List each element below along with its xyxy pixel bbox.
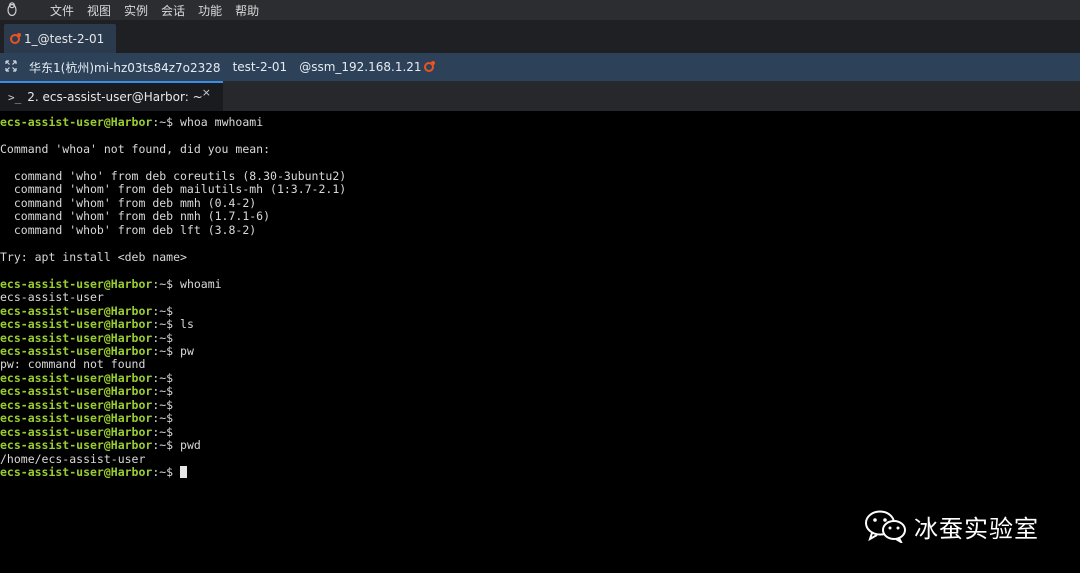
terminal-tab[interactable]: >_ 2. ecs-assist-user@Harbor: ~ × <box>0 81 223 111</box>
prompt-line: ecs-assist-user@Harbor:~$ whoami <box>0 276 222 291</box>
prompt-suffix: :~$ <box>152 343 174 358</box>
watermark-text: 冰蚕实验室 <box>914 514 1039 543</box>
prompt-suffix: :~$ <box>152 438 174 453</box>
prompt-user-host: ecs-assist-user@Harbor <box>0 276 153 291</box>
menu-item-view[interactable]: 视图 <box>87 2 111 19</box>
expand-arrows-icon[interactable] <box>5 59 19 75</box>
menu-item-function[interactable]: 功能 <box>198 2 222 19</box>
prompt-user-host: ecs-assist-user@Harbor <box>0 384 153 399</box>
prompt-line: ecs-assist-user@Harbor:~$ <box>0 465 188 480</box>
output-line: command 'whom' from deb mailutils-mh (1:… <box>0 182 347 197</box>
prompt-suffix: :~$ <box>152 303 174 318</box>
prompt-user-host: ecs-assist-user@Harbor <box>0 330 153 345</box>
prompt-line: ecs-assist-user@Harbor:~$ <box>0 412 173 425</box>
prompt-line: ecs-assist-user@Harbor:~$ ls <box>0 317 194 332</box>
terminal-output[interactable]: ecs-assist-user@Harbor:~$ whoa mwhoami Co… <box>0 112 1080 573</box>
menu-item-session[interactable]: 会话 <box>161 2 185 19</box>
output-line: pw: command not found <box>0 357 146 372</box>
prompt-line: ecs-assist-user@Harbor:~$ <box>0 370 174 385</box>
prompt-suffix: :~$ <box>152 115 174 129</box>
prompt-suffix: :~$ <box>152 411 174 426</box>
prompt-suffix: :~$ <box>152 276 174 291</box>
output-line: ecs-assist-user <box>0 290 104 305</box>
command-text: pwd <box>173 438 201 453</box>
instance-region: 华东1(杭州)mi-hz03ts84z7o2328 <box>29 60 221 75</box>
prompt-suffix: :~$ <box>152 384 174 399</box>
menu-item-instance[interactable]: 实例 <box>124 2 148 19</box>
output-line: /home/ecs-assist-user <box>0 451 146 466</box>
prompt-user-host: ecs-assist-user@Harbor <box>0 438 153 453</box>
text-cursor <box>180 466 188 479</box>
command-text: pw <box>173 343 194 358</box>
output-line: Try: apt install <deb name> <box>0 249 187 264</box>
menu-bar: 文件 视图 实例 会话 功能 帮助 <box>0 0 1080 20</box>
prompt-suffix: :~$ <box>152 330 174 345</box>
wechat-icon <box>864 509 908 545</box>
prompt-user-host: ecs-assist-user@Harbor <box>0 370 153 385</box>
ubuntu-icon <box>423 61 435 72</box>
session-tab[interactable]: 1_@test-2-01 <box>4 24 116 53</box>
command-text: whoa mwhoami <box>173 115 264 129</box>
connection-address: @ssm_192.168.1.21 <box>299 60 422 74</box>
close-icon[interactable]: × <box>202 86 211 99</box>
prompt-user-host: ecs-assist-user@Harbor <box>0 343 153 358</box>
watermark: 冰蚕实验室 <box>864 506 1039 546</box>
prompt-line: ecs-assist-user@Harbor:~$ pwd <box>0 439 201 452</box>
menu-item-help[interactable]: 帮助 <box>235 2 259 19</box>
ubuntu-icon <box>10 32 21 44</box>
prompt-line: ecs-assist-user@Harbor:~$ pw <box>0 343 194 358</box>
terminal-prompt-icon: >_ <box>8 90 22 104</box>
output-line: command 'who' from deb coreutils (8.30-3… <box>0 168 347 183</box>
penguin-icon[interactable] <box>2 1 22 19</box>
prompt-user-host: ecs-assist-user@Harbor <box>0 397 153 412</box>
instance-name: test-2-01 <box>232 60 288 74</box>
prompt-line: ecs-assist-user@Harbor:~$ <box>0 424 174 439</box>
terminal-tab-bar: >_ 2. ecs-assist-user@Harbor: ~ × <box>0 81 1080 111</box>
output-line: Command 'whoa' not found, did you mean: <box>0 141 271 156</box>
session-tab-label: 1_@test-2-01 <box>24 31 105 46</box>
prompt-suffix: :~$ <box>152 370 174 385</box>
prompt-suffix: :~$ <box>152 397 174 412</box>
command-text <box>173 465 180 479</box>
output-line: command 'whom' from deb nmh (1.7.1-6) <box>0 209 271 224</box>
instance-info-bar: 华东1(杭州)mi-hz03ts84z7o2328 test-2-01 @ssm… <box>0 53 1080 81</box>
prompt-user-host: ecs-assist-user@Harbor <box>0 424 153 439</box>
prompt-line: ecs-assist-user@Harbor:~$ whoa mwhoami <box>0 115 264 129</box>
output-line: command 'whom' from deb mmh (0.4-2) <box>0 195 257 210</box>
terminal-tab-label: 2. ecs-assist-user@Harbor: ~ <box>27 90 203 104</box>
output-line: command 'whob' from deb lft (3.8-2) <box>0 222 257 237</box>
prompt-user-host: ecs-assist-user@Harbor <box>0 303 153 318</box>
prompt-suffix: :~$ <box>152 317 174 332</box>
prompt-line: ecs-assist-user@Harbor:~$ <box>0 303 174 318</box>
command-text: ls <box>173 317 194 332</box>
menu-item-file[interactable]: 文件 <box>50 2 74 19</box>
prompt-suffix: :~$ <box>152 465 174 480</box>
prompt-line: ecs-assist-user@Harbor:~$ <box>0 397 174 412</box>
prompt-user-host: ecs-assist-user@Harbor <box>0 465 153 480</box>
prompt-user-host: ecs-assist-user@Harbor <box>0 411 153 426</box>
prompt-line: ecs-assist-user@Harbor:~$ <box>0 330 174 345</box>
session-bar: 1_@test-2-01 <box>0 20 1080 53</box>
command-text: whoami <box>173 276 222 291</box>
prompt-user-host: ecs-assist-user@Harbor <box>0 317 153 332</box>
prompt-user-host: ecs-assist-user@Harbor <box>0 115 153 129</box>
prompt-suffix: :~$ <box>152 424 174 439</box>
prompt-line: ecs-assist-user@Harbor:~$ <box>0 385 173 398</box>
